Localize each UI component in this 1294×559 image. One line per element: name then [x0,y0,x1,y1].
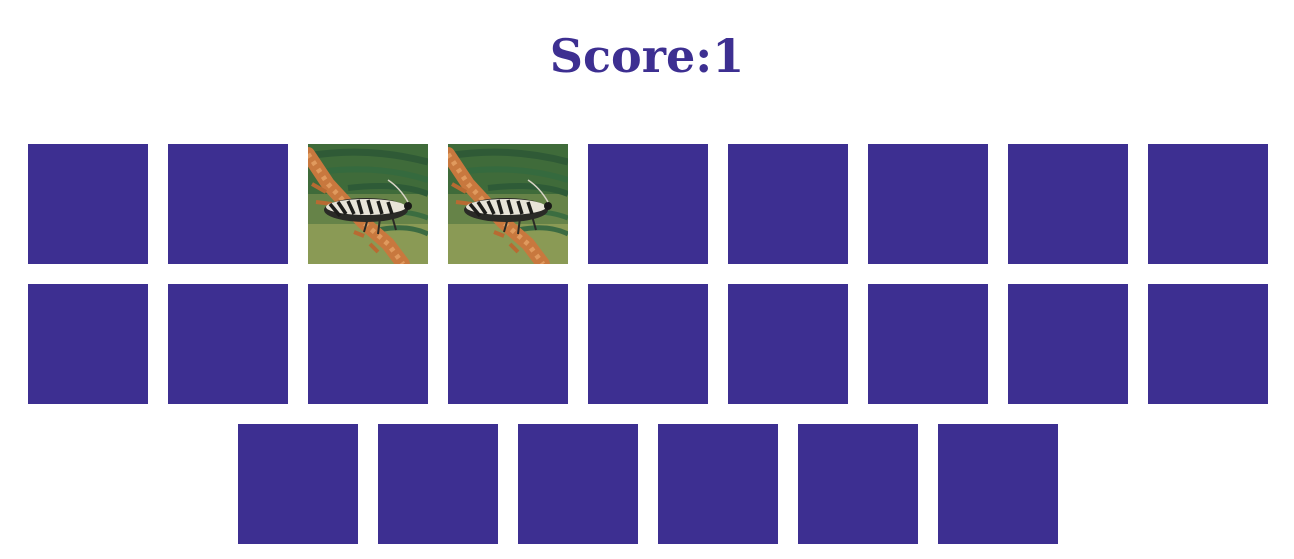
memory-card-face-down[interactable] [1148,284,1268,404]
memory-card-face-down[interactable] [868,284,988,404]
memory-card-face-down[interactable] [28,284,148,404]
memory-card-face-down[interactable] [1008,144,1128,264]
memory-card-face-down[interactable] [588,284,708,404]
memory-card-face-down[interactable] [728,144,848,264]
memory-card-face-down[interactable] [168,284,288,404]
score-display: Score:1 [549,29,745,83]
memory-card-face-down[interactable] [168,144,288,264]
memory-card-face-down[interactable] [308,284,428,404]
memory-card-face-down[interactable] [448,284,568,404]
memory-card-face-down[interactable] [658,424,778,544]
memory-card-face-down[interactable] [1148,144,1268,264]
card-board [18,134,1278,554]
memory-card-revealed[interactable] [448,144,568,264]
moth-image [448,144,568,264]
memory-card-face-down[interactable] [868,144,988,264]
memory-card-revealed[interactable] [308,144,428,264]
moth-image [308,144,428,264]
memory-card-face-down[interactable] [728,284,848,404]
memory-card-face-down[interactable] [588,144,708,264]
memory-card-face-down[interactable] [798,424,918,544]
memory-card-face-down[interactable] [1008,284,1128,404]
memory-card-face-down[interactable] [378,424,498,544]
memory-card-face-down[interactable] [518,424,638,544]
memory-card-face-down[interactable] [28,144,148,264]
memory-card-face-down[interactable] [238,424,358,544]
memory-card-face-down[interactable] [938,424,1058,544]
